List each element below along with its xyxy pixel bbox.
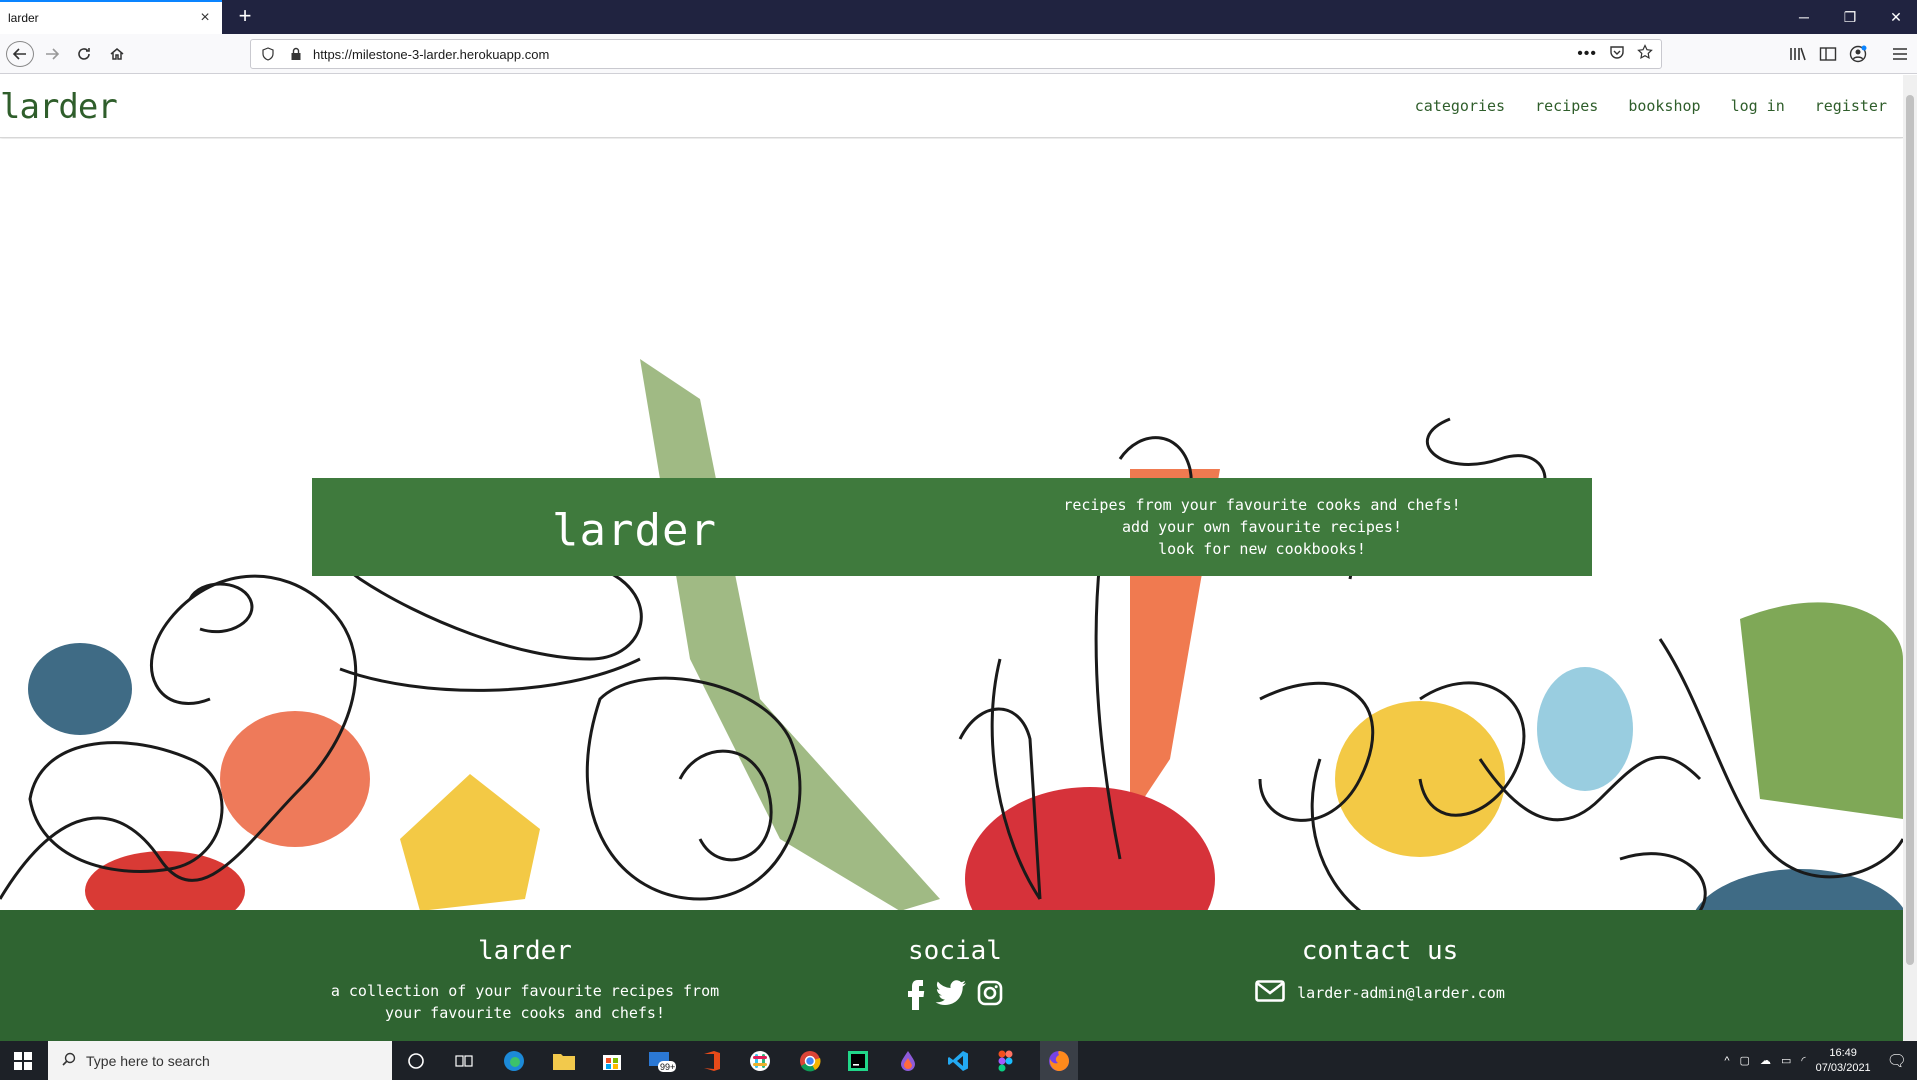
- windows-start-icon[interactable]: [0, 1041, 46, 1080]
- site-footer: larder a collection of your favourite re…: [0, 910, 1903, 1041]
- site-nav: categories recipes bookshop log in regis…: [1415, 97, 1887, 115]
- office-icon[interactable]: [698, 1047, 726, 1075]
- onedrive-icon[interactable]: ☁: [1760, 1054, 1771, 1067]
- tab-close-icon[interactable]: ×: [196, 9, 214, 27]
- taskbar-search[interactable]: Type here to search: [48, 1041, 392, 1080]
- contact-email-link[interactable]: larder-admin@larder.com: [1297, 984, 1505, 1002]
- leek-blob: [640, 359, 940, 911]
- footer-about-text: a collection of your favourite recipes f…: [330, 982, 720, 1022]
- pocket-icon[interactable]: [1609, 44, 1625, 63]
- lock-icon[interactable]: [285, 47, 307, 61]
- hero-tagline: recipes from your favourite cooks and ch…: [1032, 494, 1492, 560]
- shield-icon[interactable]: [257, 47, 279, 61]
- footer-about-title: larder: [478, 936, 572, 966]
- twitter-icon[interactable]: [935, 980, 967, 1014]
- browser-toolbar: https://milestone-3-larder.herokuapp.com…: [0, 34, 1917, 74]
- bookmark-star-icon[interactable]: [1637, 44, 1653, 63]
- edge-icon[interactable]: [500, 1047, 528, 1075]
- firefox-icon[interactable]: [1040, 1041, 1078, 1080]
- paint-drop-icon[interactable]: [894, 1047, 922, 1075]
- new-tab-button[interactable]: +: [232, 4, 258, 30]
- chevron-up-icon[interactable]: ^: [1724, 1055, 1729, 1067]
- pycharm-icon[interactable]: [844, 1047, 872, 1075]
- hero-title: larder: [552, 505, 717, 556]
- clock-date: 07/03/2021: [1815, 1061, 1871, 1074]
- footer-contact: contact us larder-admin@larder.com: [1200, 936, 1560, 1006]
- hero-section: larder recipes from your favourite cooks…: [0, 139, 1903, 911]
- nav-link-categories[interactable]: categories: [1415, 97, 1505, 115]
- social-icons: [855, 980, 1055, 1014]
- forward-arrow-icon[interactable]: [38, 41, 66, 67]
- cortana-icon[interactable]: [402, 1047, 430, 1075]
- hero-line-2: add your own favourite recipes!: [1122, 518, 1402, 536]
- home-icon[interactable]: [103, 41, 131, 67]
- figma-icon[interactable]: [992, 1047, 1020, 1075]
- nav-link-bookshop[interactable]: bookshop: [1628, 97, 1700, 115]
- instagram-icon[interactable]: [977, 980, 1003, 1014]
- footer-contact-title: contact us: [1301, 936, 1459, 966]
- nav-link-recipes[interactable]: recipes: [1535, 97, 1598, 115]
- tab-title: larder: [8, 11, 39, 25]
- slack-icon[interactable]: [746, 1047, 774, 1075]
- notification-icon[interactable]: 🗨: [1887, 1051, 1907, 1071]
- contact-row: larder-admin@larder.com: [1200, 980, 1560, 1006]
- clock-time: 16:49: [1829, 1046, 1857, 1059]
- url-bar[interactable]: https://milestone-3-larder.herokuapp.com…: [250, 39, 1662, 69]
- footer-about: larder a collection of your favourite re…: [325, 936, 725, 1024]
- envelope-icon: [1255, 980, 1285, 1006]
- account-icon[interactable]: [1846, 42, 1870, 66]
- sidebar-icon[interactable]: [1816, 42, 1840, 66]
- blue-blob: [28, 643, 132, 735]
- battery-icon[interactable]: ▭: [1781, 1054, 1791, 1067]
- browser-titlebar: larder × + ─ ❐ ✕: [0, 0, 1917, 34]
- nav-link-log-in[interactable]: log in: [1731, 97, 1785, 115]
- vscode-icon[interactable]: [944, 1047, 972, 1075]
- chrome-icon[interactable]: [796, 1047, 824, 1075]
- store-icon[interactable]: [598, 1047, 626, 1075]
- egg-blob: [1537, 667, 1633, 791]
- close-window-icon[interactable]: ✕: [1873, 0, 1917, 34]
- tomato-blob: [85, 851, 245, 911]
- site-logo[interactable]: larder: [0, 87, 118, 127]
- web-page: larder categories recipes bookshop log i…: [0, 75, 1903, 1041]
- taskbar-search-placeholder: Type here to search: [86, 1052, 210, 1069]
- restore-icon[interactable]: ❐: [1827, 0, 1873, 34]
- back-arrow-icon[interactable]: [6, 41, 34, 67]
- url-text: https://milestone-3-larder.herokuapp.com: [313, 46, 550, 62]
- cheese-blob: [400, 774, 540, 911]
- onion-blob: [220, 711, 370, 847]
- mail-icon[interactable]: 99+: [648, 1047, 676, 1075]
- nav-link-register[interactable]: register: [1815, 97, 1887, 115]
- facebook-icon[interactable]: [907, 980, 925, 1014]
- meet-now-icon[interactable]: ▢: [1740, 1054, 1750, 1067]
- wifi-icon[interactable]: ◜: [1801, 1054, 1805, 1067]
- hero-line-1: recipes from your favourite cooks and ch…: [1063, 496, 1461, 514]
- file-explorer-icon[interactable]: [550, 1047, 578, 1075]
- hero-line-3: look for new cookbooks!: [1158, 540, 1366, 558]
- page-scrollbar[interactable]: [1903, 75, 1917, 1041]
- scrollbar-thumb[interactable]: [1906, 95, 1914, 965]
- footer-social-title: social: [908, 936, 1002, 966]
- blue-blob-right: [1695, 869, 1903, 911]
- browser-tab[interactable]: larder ×: [0, 0, 222, 34]
- mail-badge: 99+: [660, 1062, 676, 1072]
- task-view-icon[interactable]: [450, 1047, 478, 1075]
- site-header: larder categories recipes bookshop log i…: [0, 75, 1903, 138]
- leaf-blob: [1740, 602, 1903, 819]
- reload-icon[interactable]: [70, 41, 98, 67]
- taskbar-clock[interactable]: 16:49 07/03/2021: [1816, 1046, 1871, 1076]
- search-icon: [62, 1052, 76, 1069]
- hero-banner: larder recipes from your favourite cooks…: [312, 478, 1592, 576]
- menu-hamburger-icon[interactable]: [1888, 42, 1912, 66]
- windows-taskbar: Type here to search 99+ ^ ▢ ☁ ▭ ◜ 16:49 …: [0, 1041, 1917, 1080]
- minimize-icon[interactable]: ─: [1781, 0, 1827, 34]
- footer-social: social: [855, 936, 1055, 1014]
- more-actions-icon[interactable]: •••: [1577, 45, 1597, 63]
- library-icon[interactable]: [1786, 42, 1810, 66]
- system-tray: ^ ▢ ☁ ▭ ◜ 16:49 07/03/2021 🗨: [1724, 1041, 1907, 1080]
